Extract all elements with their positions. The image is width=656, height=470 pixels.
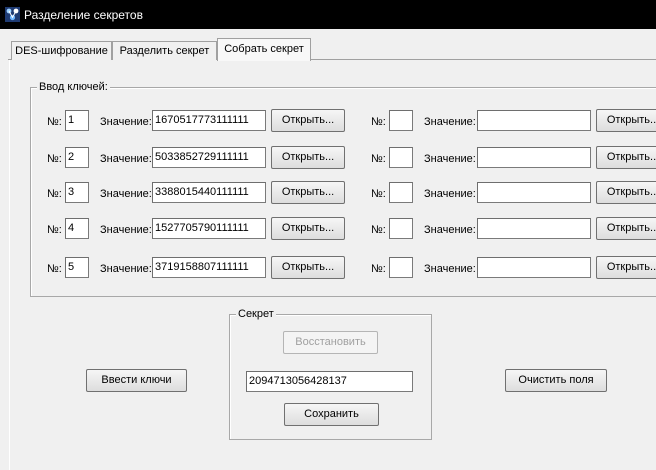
key-right-1-value-field[interactable] [477, 110, 591, 131]
key-right-3-number-field[interactable] [389, 182, 413, 203]
key-right-1-number-field[interactable] [389, 110, 413, 131]
key-left-2-value-label: Значение: [100, 153, 152, 165]
key-left-4-open-button[interactable]: Открыть... [271, 217, 345, 240]
key-left-5-open-button[interactable]: Открыть... [271, 256, 345, 279]
key-left-2-value-field[interactable]: 5033852729111111 [152, 147, 266, 168]
key-left-4-value-label: Значение: [100, 224, 152, 236]
restore-button[interactable]: Восстановить [283, 331, 378, 354]
key-right-2-open-button[interactable]: Открыть... [596, 146, 656, 169]
key-left-2-number-label: №: [47, 153, 62, 165]
key-left-1-value-field[interactable]: 1670517773111111 [152, 110, 266, 131]
key-left-5-number-label: №: [47, 263, 62, 275]
key-right-2-number-label: №: [371, 153, 386, 165]
key-right-3-value-field[interactable] [477, 182, 591, 203]
save-button[interactable]: Сохранить [284, 403, 379, 426]
key-right-1-open-button[interactable]: Открыть... [596, 109, 656, 132]
key-left-5-value-field[interactable]: 3719158807111111 [152, 257, 266, 278]
key-left-5-number-field[interactable]: 5 [65, 257, 89, 278]
key-left-1-number-label: №: [47, 116, 62, 128]
key-left-3-open-button[interactable]: Открыть... [271, 181, 345, 204]
secret-group-title: Секрет [236, 308, 276, 320]
key-right-4-number-field[interactable] [389, 218, 413, 239]
key-left-3-value-field[interactable]: 3388015440111111 [152, 182, 266, 203]
key-right-3-open-button[interactable]: Открыть... [596, 181, 656, 204]
key-left-4-number-field[interactable]: 4 [65, 218, 89, 239]
key-right-2-number-field[interactable] [389, 147, 413, 168]
secret-field[interactable]: 2094713056428137 [246, 371, 413, 392]
key-right-4-number-label: №: [371, 224, 386, 236]
key-left-5-value-label: Значение: [100, 263, 152, 275]
clear-fields-button[interactable]: Очистить поля [505, 369, 607, 392]
key-left-3-number-field[interactable]: 3 [65, 182, 89, 203]
key-left-3-value-label: Значение: [100, 188, 152, 200]
key-right-2-value-field[interactable] [477, 147, 591, 168]
keys-group-title: Ввод ключей: [37, 81, 110, 93]
key-right-3-number-label: №: [371, 188, 386, 200]
key-left-3-number-label: №: [47, 188, 62, 200]
key-left-1-open-button[interactable]: Открыть... [271, 109, 345, 132]
key-right-3-value-label: Значение: [424, 188, 476, 200]
window-title: Разделение секретов [24, 8, 143, 22]
key-left-1-number-field[interactable]: 1 [65, 110, 89, 131]
key-right-5-open-button[interactable]: Открыть... [596, 256, 656, 279]
key-left-4-number-label: №: [47, 224, 62, 236]
key-right-5-value-field[interactable] [477, 257, 591, 278]
key-left-4-value-field[interactable]: 1527705790111111 [152, 218, 266, 239]
key-right-4-value-field[interactable] [477, 218, 591, 239]
key-right-5-value-label: Значение: [424, 263, 476, 275]
key-right-5-number-field[interactable] [389, 257, 413, 278]
key-left-2-open-button[interactable]: Открыть... [271, 146, 345, 169]
app-icon[interactable] [5, 7, 20, 22]
key-right-2-value-label: Значение: [424, 153, 476, 165]
key-left-2-number-field[interactable]: 2 [65, 147, 89, 168]
tab-collect-secret[interactable]: Собрать секрет [217, 38, 311, 61]
tab-des-encryption[interactable]: DES-шифрование [11, 41, 112, 60]
key-left-1-value-label: Значение: [100, 116, 152, 128]
key-right-4-open-button[interactable]: Открыть... [596, 217, 656, 240]
title-bar: Разделение секретов [0, 0, 656, 29]
tab-split-secret[interactable]: Разделить секрет [112, 41, 217, 60]
key-right-1-number-label: №: [371, 116, 386, 128]
key-right-5-number-label: №: [371, 263, 386, 275]
key-right-4-value-label: Значение: [424, 224, 476, 236]
key-right-1-value-label: Значение: [424, 116, 476, 128]
enter-keys-button[interactable]: Ввести ключи [86, 369, 187, 392]
